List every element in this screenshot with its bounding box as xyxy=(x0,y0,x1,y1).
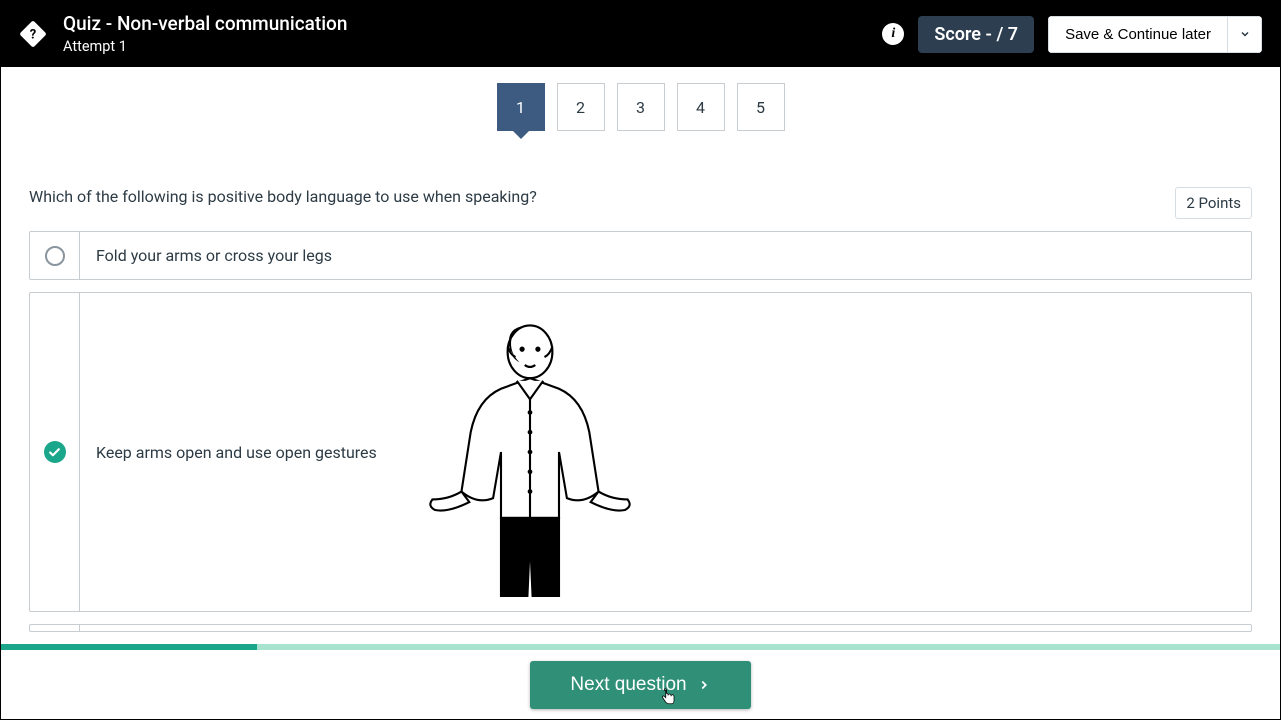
header-title-block: Quiz - Non-verbal communication Attempt … xyxy=(63,13,866,55)
save-continue-dropdown[interactable] xyxy=(1228,16,1262,53)
option-label: Fold your arms or cross your legs xyxy=(96,246,332,265)
svg-text:?: ? xyxy=(30,27,36,42)
quiz-header: ? Quiz - Non-verbal communication Attemp… xyxy=(1,1,1280,67)
option-radio-cell xyxy=(30,293,80,611)
quiz-footer: Next question xyxy=(1,650,1280,719)
save-continue-group: Save & Continue later xyxy=(1048,16,1262,53)
attempt-label: Attempt 1 xyxy=(63,38,866,55)
question-content: Which of the following is positive body … xyxy=(1,187,1280,632)
chevron-down-icon xyxy=(1239,28,1251,40)
answer-option-1[interactable]: Fold your arms or cross your legs xyxy=(29,231,1252,280)
question-nav-5[interactable]: 5 xyxy=(737,83,785,131)
quiz-icon: ? xyxy=(19,20,47,48)
answer-options: Fold your arms or cross your legs Keep a… xyxy=(29,231,1252,632)
save-continue-button[interactable]: Save & Continue later xyxy=(1048,16,1228,53)
option-radio-cell xyxy=(30,232,80,279)
answer-option-3-peek[interactable] xyxy=(29,624,1252,632)
question-nav-3[interactable]: 3 xyxy=(617,83,665,131)
header-actions: i Score - / 7 Save & Continue later xyxy=(882,16,1262,53)
quiz-title: Quiz - Non-verbal communication xyxy=(63,13,866,36)
answer-option-2[interactable]: Keep arms open and use open gestures xyxy=(29,292,1252,612)
next-question-button[interactable]: Next question xyxy=(530,661,750,709)
question-nav-1[interactable]: 1 xyxy=(497,83,545,131)
radio-unchecked-icon xyxy=(45,246,65,266)
question-nav-2[interactable]: 2 xyxy=(557,83,605,131)
info-icon[interactable]: i xyxy=(882,23,904,45)
next-button-label: Next question xyxy=(570,674,686,696)
question-navigator: 1 2 3 4 5 xyxy=(1,67,1280,161)
check-selected-icon xyxy=(44,441,66,463)
option-label: Keep arms open and use open gestures xyxy=(96,443,377,462)
question-prompt: Which of the following is positive body … xyxy=(29,187,537,206)
points-badge: 2 Points xyxy=(1175,187,1252,219)
option-image xyxy=(395,307,665,597)
chevron-right-icon xyxy=(697,678,711,692)
score-display: Score - / 7 xyxy=(918,16,1034,53)
question-nav-4[interactable]: 4 xyxy=(677,83,725,131)
